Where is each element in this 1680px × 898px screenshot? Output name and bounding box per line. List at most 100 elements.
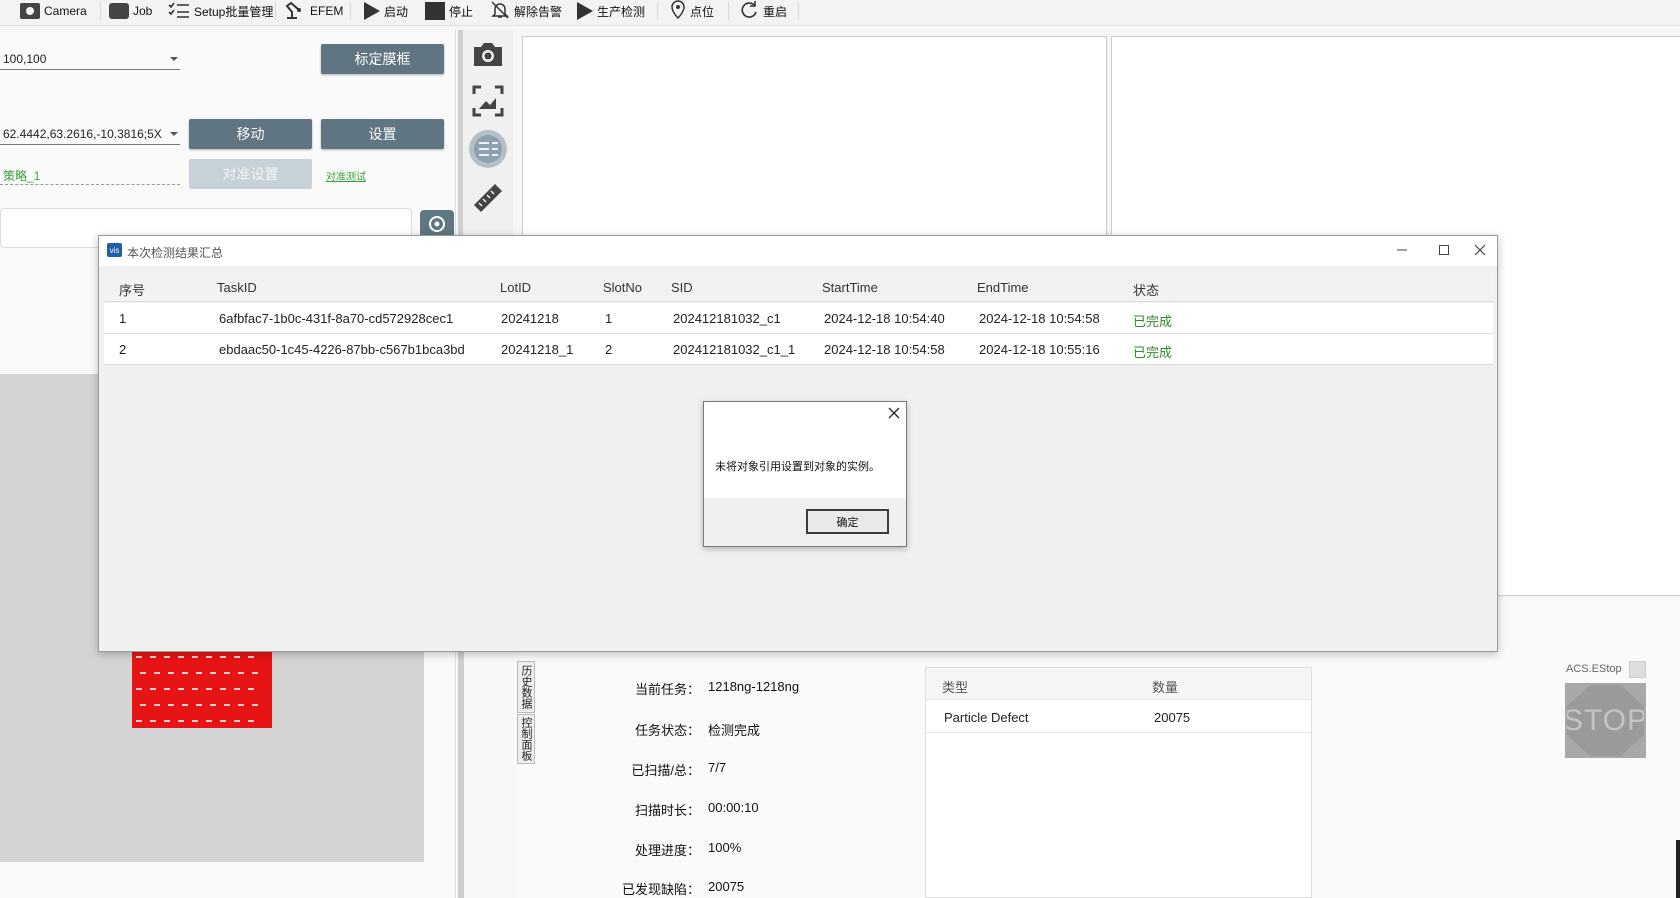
- scanned-label: 已扫描/总：: [631, 763, 700, 778]
- toolbar-production-button[interactable]: 生产检测: [577, 0, 645, 22]
- size-select[interactable]: 100,100: [0, 48, 180, 70]
- toolbar-restart-label: 重启: [763, 4, 788, 19]
- wafer-inspect-icon: [468, 129, 508, 172]
- current-task-label: 当前任务：: [634, 682, 700, 697]
- align-test-link[interactable]: 对准测试: [326, 168, 366, 183]
- chevron-down-icon: [170, 57, 178, 61]
- cell-index: 2: [119, 342, 127, 357]
- main-toolbar: Camera Job Setup批量管理 EFEM 启动 停止 解除告警 生产检…: [0, 0, 1680, 26]
- current-task-value: 1218ng-1218ng: [708, 679, 800, 694]
- toolbar-clear-alarm-label: 解除告警: [514, 4, 563, 19]
- toolbar-camera-button[interactable]: Camera: [20, 0, 87, 22]
- cell-index: 1: [119, 311, 127, 326]
- emergency-stop-button[interactable]: STOP: [1565, 683, 1646, 758]
- header-sid: SID: [671, 280, 693, 295]
- strategy-select-value: 策略_1: [3, 169, 41, 183]
- header-endtime: EndTime: [977, 280, 1029, 295]
- toolbar-clear-alarm-button[interactable]: 解除告警: [490, 0, 562, 22]
- toolbar-efem-button[interactable]: EFEM: [284, 0, 343, 22]
- header-count: 数量: [1152, 680, 1179, 695]
- stop-sign-icon: STOP: [1567, 685, 1644, 756]
- set-button[interactable]: 设置: [321, 119, 444, 149]
- close-button[interactable]: [1465, 240, 1495, 262]
- toolbar-production-label: 生产检测: [597, 4, 646, 19]
- table-row[interactable]: 2 ebdaac50-1c45-4226-87bb-c567b1bca3bd 2…: [104, 334, 1493, 365]
- position-select-value: 62.4442,63.2616,-10.3816;5X: [3, 127, 162, 141]
- inspection-button[interactable]: [469, 129, 507, 168]
- toolbar-start-button[interactable]: 启动: [364, 0, 408, 22]
- capture-button[interactable]: [471, 38, 505, 72]
- cell-slotno: 2: [605, 342, 613, 357]
- minimize-icon: [1396, 243, 1408, 259]
- defects-found-label: 已发现缺陷：: [621, 882, 700, 897]
- toolbar-job-label: Job: [133, 4, 153, 18]
- cell-status: 已完成: [1133, 345, 1173, 360]
- error-message-box: 未将对象引用设置到对象的实例。 确定: [703, 401, 907, 547]
- location-pin-icon: [670, 0, 686, 23]
- header-index: 序号: [119, 283, 146, 298]
- header-slotno: SlotNo: [603, 280, 643, 295]
- camera-icon: [471, 40, 505, 71]
- job-icon: [109, 3, 129, 19]
- estop-label: ACS.EStop: [1566, 663, 1622, 675]
- calibrate-frame-button[interactable]: 标定膜框: [321, 44, 444, 74]
- summary-title-bar[interactable]: vis 本次检测结果汇总: [99, 236, 1497, 266]
- cell-lotid: 20241218_1: [501, 342, 574, 357]
- measure-button[interactable]: [471, 182, 505, 216]
- toolbar-camera-label: Camera: [44, 4, 87, 18]
- restart-icon: [739, 0, 759, 23]
- play-icon: [364, 2, 380, 20]
- toolbar-setup-button[interactable]: Setup批量管理: [168, 0, 273, 22]
- progress-label: 处理进度：: [634, 843, 700, 858]
- toolbar-restart-button[interactable]: 重启: [739, 0, 787, 22]
- cell-taskid: ebdaac50-1c45-4226-87bb-c567b1bca3bd: [219, 342, 465, 357]
- table-header: 类型 数量: [926, 668, 1311, 700]
- align-settings-button[interactable]: 对准设置: [189, 159, 312, 189]
- size-select-value: 100,100: [3, 52, 47, 66]
- toolbar-stop-label: 停止: [449, 4, 474, 19]
- ruler-pencil-icon: [471, 181, 505, 218]
- toolbar-stop-button[interactable]: 停止: [425, 0, 473, 22]
- camera-icon: [20, 3, 40, 19]
- header-status: 状态: [1133, 283, 1160, 298]
- estop-indicator: [1629, 661, 1646, 678]
- cell-slotno: 1: [605, 311, 613, 326]
- image-view-button[interactable]: [471, 85, 505, 119]
- tab-history-data[interactable]: 历史数据: [517, 661, 535, 713]
- wafer-die-map: [132, 650, 272, 728]
- toolbar-points-button[interactable]: 点位: [670, 0, 714, 22]
- scan-time-value: 00:00:10: [708, 800, 759, 815]
- table-row[interactable]: Particle Defect 20075: [926, 701, 1311, 733]
- defect-type-table: 类型 数量 Particle Defect 20075: [925, 667, 1312, 898]
- tab-control-panel[interactable]: 控制面板: [517, 714, 535, 764]
- cell-lotid: 20241218: [501, 311, 559, 326]
- position-select[interactable]: 62.4442,63.2616,-10.3816;5X: [0, 123, 180, 145]
- toolbar-job-button[interactable]: Job: [109, 0, 152, 22]
- scanned-value: 7/7: [708, 760, 727, 775]
- ok-button[interactable]: 确定: [806, 509, 889, 534]
- error-message-text: 未将对象引用设置到对象的实例。: [715, 461, 880, 473]
- defect-count-cell: 20075: [1154, 710, 1191, 725]
- strategy-select[interactable]: 策略_1: [0, 163, 180, 185]
- defects-found-value: 20075: [708, 879, 745, 894]
- move-button[interactable]: 移动: [189, 119, 312, 149]
- cell-status: 已完成: [1133, 314, 1173, 329]
- table-row[interactable]: 1 6afbfac7-1b0c-431f-8a70-cd572928cec1 2…: [104, 303, 1493, 334]
- play-icon: [577, 2, 593, 20]
- cell-starttime: 2024-12-18 10:54:40: [824, 311, 945, 326]
- stop-icon: [425, 2, 445, 20]
- maximize-icon: [1438, 243, 1450, 259]
- header-lotid: LotID: [500, 280, 532, 295]
- summary-window-title: 本次检测结果汇总: [127, 246, 224, 260]
- cell-sid: 202412181032_c1_1: [673, 342, 796, 357]
- minimize-button[interactable]: [1387, 240, 1417, 262]
- header-starttime: StartTime: [822, 280, 878, 295]
- image-icon: [471, 84, 505, 121]
- stop-sign-text: STOP: [1562, 703, 1649, 737]
- close-icon[interactable]: [888, 406, 900, 424]
- maximize-button[interactable]: [1429, 240, 1459, 262]
- cell-endtime: 2024-12-18 10:54:58: [979, 311, 1100, 326]
- cell-starttime: 2024-12-18 10:54:58: [824, 342, 945, 357]
- bell-off-icon: [490, 0, 510, 22]
- progress-value: 100%: [708, 840, 742, 855]
